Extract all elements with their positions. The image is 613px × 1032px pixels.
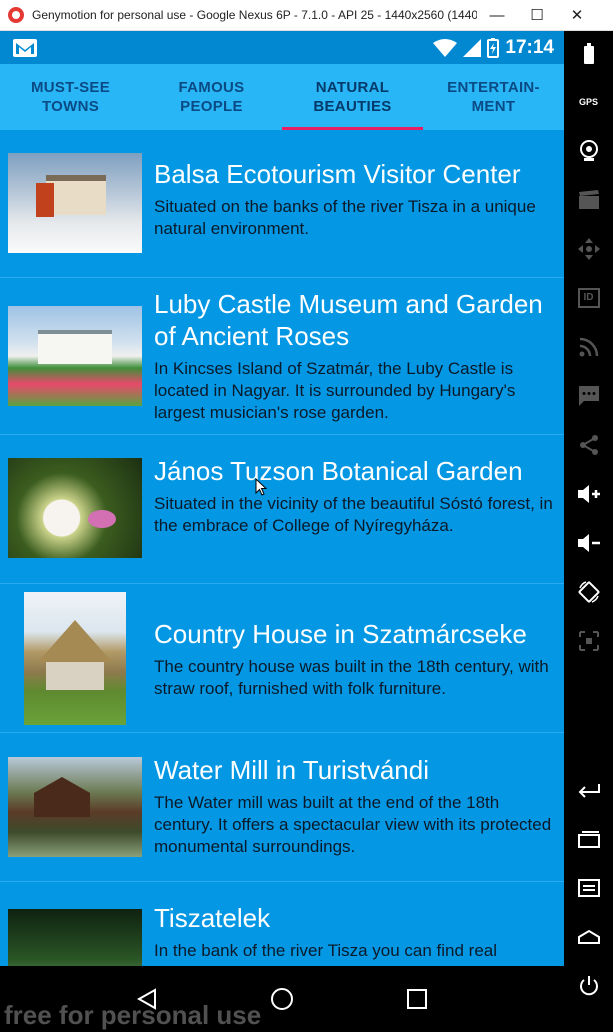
category-tabs: MUST-SEE TOWNS FAMOUS PEOPLE NATURAL BEA… [0, 64, 564, 130]
pixel-perfect-icon [578, 630, 599, 651]
item-description: Situated on the banks of the river Tisza… [154, 197, 536, 238]
clapperboard-icon [578, 189, 599, 209]
genymotion-logo-icon [8, 7, 24, 23]
share-tool-button[interactable] [564, 420, 613, 469]
tab-label: FAMOUS PEOPLE [178, 79, 245, 115]
notification-area [12, 38, 38, 58]
status-time: 17:14 [505, 36, 554, 58]
tab-label: MUST-SEE TOWNS [30, 79, 111, 115]
list-item[interactable]: Tiszatelek In the bank of the river Tisz… [0, 882, 564, 966]
webcam-icon [579, 139, 598, 161]
genymotion-toolbar: GPS ID [564, 31, 613, 1032]
tab-entertainment[interactable]: ENTERTAIN- MENT [423, 64, 564, 130]
scale-tool-button[interactable] [564, 616, 613, 665]
emulator-window: Genymotion for personal use - Google Nex… [0, 0, 613, 1032]
item-text: Luby Castle Museum and Garden of Ancient… [154, 288, 560, 424]
battery-icon [583, 43, 594, 64]
place-thumbnail [8, 153, 142, 253]
webcam-tool-button[interactable] [564, 126, 613, 175]
item-title: Luby Castle Museum and Garden of Ancient… [154, 289, 543, 351]
tab-label: ENTERTAIN- MENT [447, 79, 540, 115]
tab-must-see-towns[interactable]: MUST-SEE TOWNS [0, 64, 141, 130]
menu-icon [577, 878, 600, 897]
home-button[interactable] [267, 984, 297, 1014]
screencast-tool-button[interactable] [564, 175, 613, 224]
close-button[interactable]: ✕ [557, 0, 597, 31]
item-title: Water Mill in Turistvándi [154, 755, 429, 785]
recents-button[interactable] [402, 984, 432, 1014]
item-text: Tiszatelek In the bank of the river Tisz… [154, 902, 560, 962]
recents-icon [406, 989, 427, 1009]
mouse-cursor-icon [255, 478, 268, 496]
place-thumbnail [8, 909, 142, 966]
item-text: Balsa Ecotourism Visitor Center Situated… [154, 158, 560, 240]
recent-apps-icon [577, 830, 600, 848]
remote-control-tool-button[interactable] [564, 224, 613, 273]
place-thumbnail [8, 306, 142, 406]
home-tool-button[interactable] [564, 912, 613, 961]
list-item[interactable]: Water Mill in Turistvándi The Water mill… [0, 733, 564, 882]
item-title: Country House in Szatmárcseke [154, 619, 527, 649]
rotate-tool-button[interactable] [564, 567, 613, 616]
item-title: Balsa Ecotourism Visitor Center [154, 159, 521, 189]
item-text: Country House in Szatmárcseke The countr… [154, 618, 560, 700]
share-icon [579, 434, 598, 455]
gps-tool-button[interactable]: GPS [564, 77, 613, 126]
place-thumbnail [8, 458, 142, 558]
maximize-button[interactable]: ☐ [517, 0, 557, 31]
item-title: János Tuzson Botanical Garden [154, 456, 523, 486]
window-titlebar: Genymotion for personal use - Google Nex… [0, 0, 613, 31]
item-text: Water Mill in Turistvándi The Water mill… [154, 754, 560, 858]
item-description: The country house was built in the 18th … [154, 657, 549, 698]
volume-up-button[interactable] [564, 469, 613, 518]
menu-tool-button[interactable] [564, 863, 613, 912]
window-title: Genymotion for personal use - Google Nex… [32, 8, 477, 22]
gmail-notification-icon [13, 38, 37, 57]
phone-screen: 17:14 MUST-SEE TOWNS FAMOUS PEOPLE NATUR… [0, 31, 564, 966]
undo-arrow-icon [578, 783, 600, 798]
minimize-button[interactable]: — [477, 0, 517, 31]
tab-label: NATURAL BEAUTIES [313, 79, 392, 115]
item-description: Situated in the vicinity of the beautifu… [154, 494, 553, 535]
list-item[interactable]: Balsa Ecotourism Visitor Center Situated… [0, 130, 564, 278]
battery-tool-button[interactable] [564, 31, 613, 77]
volume-up-icon [577, 484, 600, 503]
power-icon [579, 975, 598, 995]
place-thumbnail [8, 757, 142, 857]
item-title: Tiszatelek [154, 903, 271, 933]
item-description: In the bank of the river Tisza you can f… [154, 941, 498, 960]
gps-icon: GPS [578, 96, 598, 107]
watermark: free for personal use [4, 1000, 262, 1030]
tab-famous-people[interactable]: FAMOUS PEOPLE [141, 64, 282, 130]
places-list: Balsa Ecotourism Visitor Center Situated… [0, 130, 564, 966]
battery-charging-icon [487, 37, 500, 58]
back-tool-button[interactable] [564, 765, 613, 814]
list-item[interactable]: János Tuzson Botanical Garden Situated i… [0, 435, 564, 584]
item-description: In Kincses Island of Szatmár, the Luby C… [154, 359, 516, 422]
list-item[interactable]: Luby Castle Museum and Garden of Ancient… [0, 278, 564, 435]
power-tool-button[interactable] [564, 961, 613, 1010]
id-icon: ID [577, 287, 600, 308]
message-icon [578, 385, 599, 406]
device-id-tool-button[interactable]: ID [564, 273, 613, 322]
volume-down-icon [577, 533, 600, 552]
home-outline-icon [577, 929, 600, 944]
network-tool-button[interactable] [564, 322, 613, 371]
recent-apps-tool-button[interactable] [564, 814, 613, 863]
list-item[interactable]: Country House in Szatmárcseke The countr… [0, 584, 564, 733]
home-icon [270, 988, 293, 1010]
cell-signal-icon [463, 38, 482, 57]
move-arrows-icon [577, 237, 600, 260]
status-icons: 17:14 [433, 37, 554, 59]
place-thumbnail [24, 592, 126, 725]
rss-icon [579, 337, 598, 356]
wifi-icon [433, 38, 458, 57]
tab-natural-beauties[interactable]: NATURAL BEAUTIES [282, 64, 423, 130]
item-description: The Water mill was built at the end of t… [154, 793, 552, 856]
sms-tool-button[interactable] [564, 371, 613, 420]
item-text: János Tuzson Botanical Garden Situated i… [154, 455, 560, 537]
android-statusbar: 17:14 [0, 31, 564, 64]
rotate-icon [578, 580, 599, 603]
volume-down-button[interactable] [564, 518, 613, 567]
